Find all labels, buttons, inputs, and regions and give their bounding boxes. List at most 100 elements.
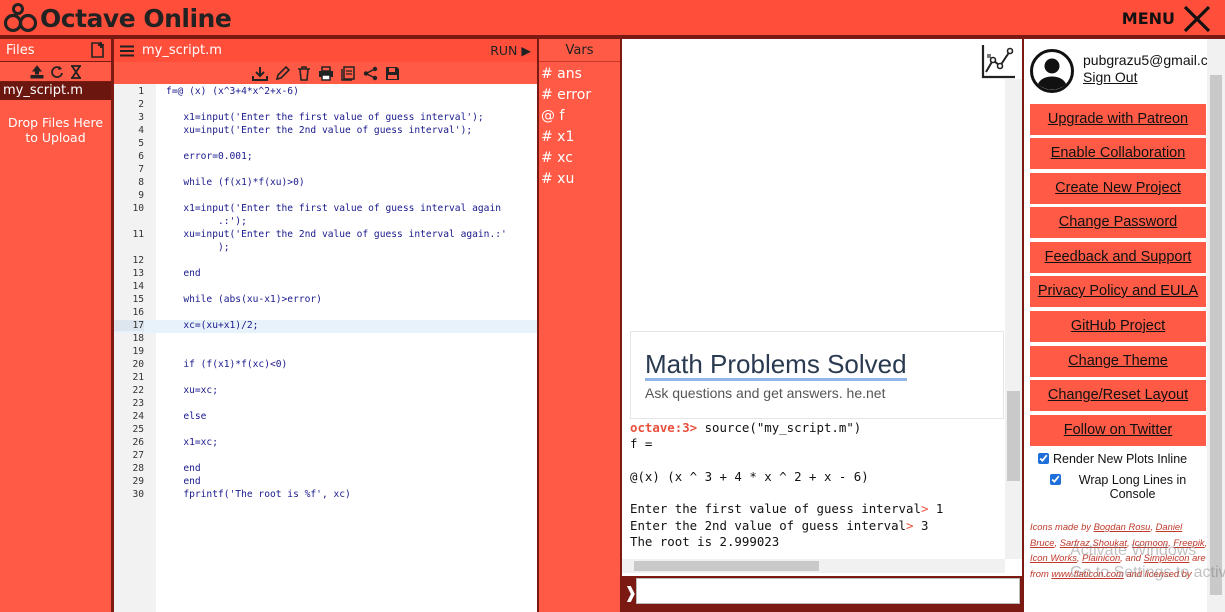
code-text: xu=xc; [166,385,218,396]
code-text: .:'); [166,216,247,227]
code-line[interactable]: 6 error=0.001; [114,151,537,164]
code-line[interactable]: 2 [114,99,537,112]
code-line[interactable]: 18 [114,333,537,346]
app-logo[interactable]: Octave Online [4,3,232,33]
var-item-error[interactable]: # error [539,85,620,106]
code-line[interactable]: ); [114,242,537,255]
code-line[interactable]: 26 x1=xc; [114,437,537,450]
code-text: end [166,463,201,474]
console-horizontal-scrollbar[interactable] [622,559,1005,573]
hamburger-icon[interactable] [120,45,134,57]
github-project-button[interactable]: GitHub Project [1030,311,1206,342]
sign-out-link[interactable]: Sign Out [1083,69,1137,85]
menu-toggle-button[interactable]: MENU [1122,0,1225,37]
code-line[interactable]: 1 f=@ (x) (x^3+4*x^2+x-6) [114,86,537,99]
change-password-button[interactable]: Change Password [1030,207,1206,238]
code-line[interactable]: 28 end [114,463,537,476]
code-line[interactable]: 5 [114,138,537,151]
console-hscroll-thumb[interactable] [634,561,819,571]
code-line[interactable]: 3 x1=input('Enter the first value of gue… [114,112,537,125]
code-line[interactable]: 19 [114,346,537,359]
code-line[interactable]: 16 [114,307,537,320]
ad-title[interactable]: Math Problems Solved [645,350,907,381]
change-theme-button[interactable]: Change Theme [1030,346,1206,377]
save-icon[interactable] [385,66,400,81]
code-line[interactable]: .:'); [114,216,537,229]
code-line[interactable]: 10 x1=input('Enter the first value of gu… [114,203,537,216]
rename-pencil-icon[interactable] [275,65,290,81]
feedback-support-button[interactable]: Feedback and Support [1030,242,1206,273]
new-file-icon[interactable] [89,41,107,59]
code-line[interactable]: 12 [114,255,537,268]
console-question-1: Enter the first value of guess interval [630,501,921,517]
code-line[interactable]: 9 [114,190,537,203]
line-number: 28 [132,463,144,474]
follow-twitter-button[interactable]: Follow on Twitter [1030,415,1206,446]
change-layout-button[interactable]: Change/Reset Layout [1030,380,1206,411]
code-line[interactable]: 20 if (f(x1)*f(xc)<0) [114,359,537,372]
file-item-my-script[interactable]: my_script.m [0,82,111,100]
delete-icon[interactable] [297,65,311,81]
code-line[interactable]: 14 [114,281,537,294]
code-line[interactable]: 8 while (f(x1)*f(xu)>0) [114,177,537,190]
files-header: Files [0,39,111,62]
console-output: octave:3> source("my_script.m") f = @(x)… [630,420,1002,550]
editor-header: my_script.m RUN ▶ [114,39,537,62]
code-line[interactable]: 4 xu=input('Enter the 2nd value of guess… [114,125,537,138]
ad-banner[interactable]: Math Problems Solved Ask questions and g… [630,331,1004,419]
menu-scroll-thumb[interactable] [1210,75,1222,595]
privacy-policy-button[interactable]: Privacy Policy and EULA [1030,276,1206,307]
refresh-icon[interactable] [50,65,64,79]
console-scroll-thumb[interactable] [1007,391,1020,481]
code-line[interactable]: 29 end [114,476,537,489]
code-text: f=@ (x) (x^3+4*x^2+x-6) [166,86,299,97]
watermark-line-2: Go to Settings to activate [1070,564,1225,581]
console-vertical-scrollbar[interactable] [1005,79,1022,559]
share-icon[interactable] [363,66,378,81]
menu-scrollbar[interactable] [1207,39,1225,612]
create-new-project-button[interactable]: Create New Project [1030,173,1206,204]
var-item-ans[interactable]: # ans [539,64,620,85]
upload-icon[interactable] [30,64,44,79]
line-number: 22 [132,385,144,396]
code-line[interactable]: 11 xu=input('Enter the 2nd value of gues… [114,229,537,242]
drop-zone[interactable]: Drop Files Here to Upload [0,115,111,145]
code-line[interactable]: 15 while (abs(xu-x1)>error) [114,294,537,307]
line-number: 26 [132,437,144,448]
enable-collaboration-button[interactable]: Enable Collaboration [1030,138,1206,169]
wrap-lines-toggle[interactable]: Wrap Long Lines in Console [1050,473,1200,501]
code-line[interactable]: 7 [114,164,537,177]
console-answer-2: 3 [913,517,929,533]
var-item-xc[interactable]: # xc [539,148,620,169]
var-item-x1[interactable]: # x1 [539,127,620,148]
code-line[interactable]: 13 end [114,268,537,281]
render-plots-inline-checkbox[interactable] [1038,453,1049,464]
share-doc-icon[interactable] [340,65,356,81]
render-plots-inline-toggle[interactable]: Render New Plots Inline [1038,452,1187,466]
print-icon[interactable] [318,65,334,81]
plot-chart-icon[interactable] [980,42,1018,80]
plot-console-panel: Math Problems Solved Ask questions and g… [622,39,1022,612]
code-line[interactable]: 24 else [114,411,537,424]
download-icon[interactable] [251,66,268,81]
code-line[interactable]: 23 [114,398,537,411]
line-number: 18 [132,333,144,344]
run-button[interactable]: RUN ▶ [490,43,531,58]
code-line[interactable]: 27 [114,450,537,463]
credit-link[interactable]: Bogdan Rosu [1094,521,1151,532]
code-line[interactable]: 21 [114,372,537,385]
var-item-xu[interactable]: # xu [539,169,620,190]
upgrade-patreon-button[interactable]: Upgrade with Patreon [1030,104,1206,135]
code-line[interactable]: 25 [114,424,537,437]
hourglass-icon[interactable] [70,64,82,79]
line-number: 8 [138,177,144,188]
code-line[interactable]: 17 xc=(xu+x1)/2; [114,320,537,333]
wrap-lines-checkbox[interactable] [1050,474,1061,485]
code-text: if (f(x1)*f(xc)<0) [166,359,288,370]
var-item-f[interactable]: @ f [539,106,620,127]
code-editor[interactable]: 1 f=@ (x) (x^3+4*x^2+x-6) 2 3 x1=input('Ent… [114,84,537,612]
code-line[interactable]: 22 xu=xc; [114,385,537,398]
code-text: x1=input('Enter the first value of guess… [166,112,484,123]
code-line[interactable]: 30 fprintf('The root is %f', xc) [114,489,537,502]
command-input[interactable] [636,578,1020,604]
